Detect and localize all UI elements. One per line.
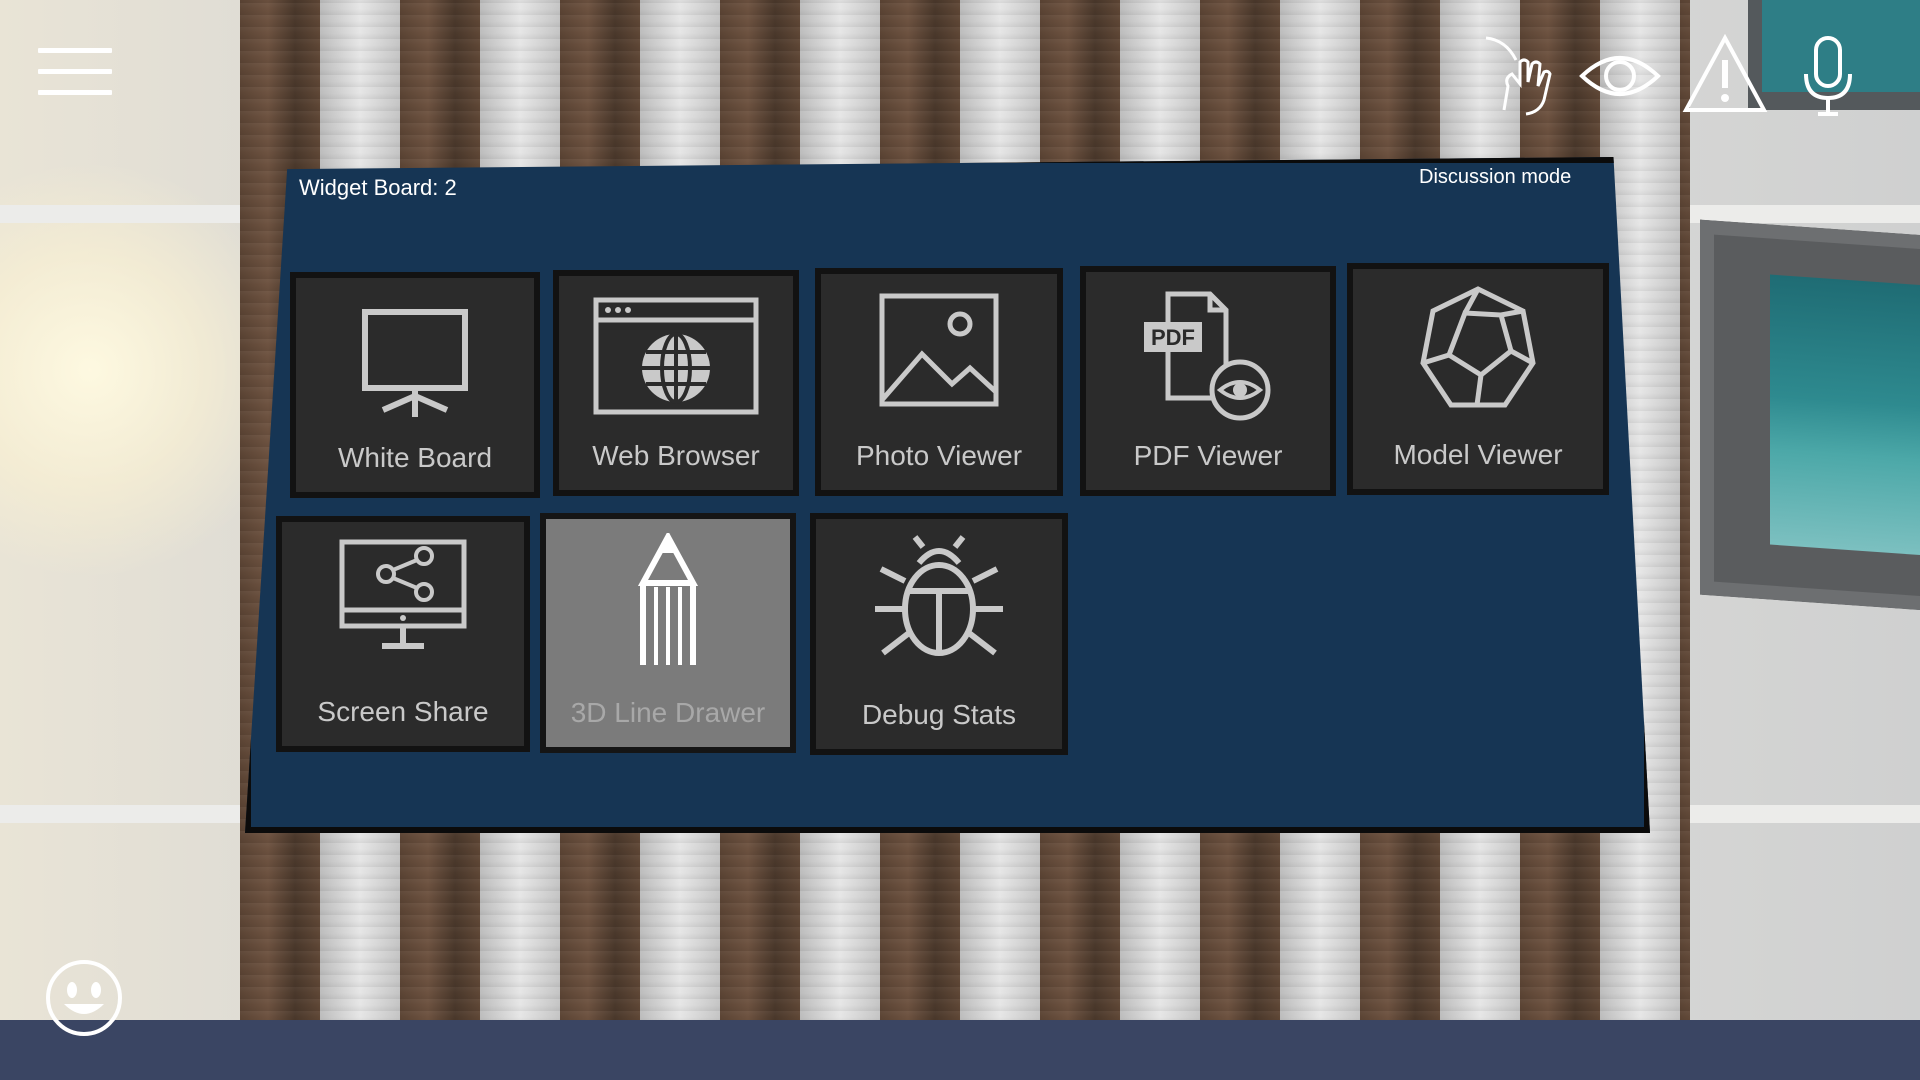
wall-picture-frame (1700, 219, 1920, 612)
pdf-viewer-icon: PDF (1144, 291, 1271, 421)
eye-icon (1579, 56, 1661, 96)
white-board-tile[interactable]: White Board (290, 272, 540, 498)
web-browser-globe-icon (593, 297, 759, 415)
web-browser-label: Web Browser (592, 440, 760, 471)
bug-icon (875, 535, 1003, 656)
report-warning-button[interactable] (1682, 33, 1768, 114)
3d-line-drawer-label: 3D Line Drawer (570, 697, 766, 728)
hamburger-menu-icon (38, 48, 112, 53)
model-viewer-label: Model Viewer (1393, 439, 1563, 470)
polyhedron-icon (1420, 286, 1536, 408)
debug-stats-label: Debug Stats (861, 699, 1017, 730)
hand-raise-icon (1485, 36, 1552, 116)
hamburger-menu-button[interactable] (38, 48, 112, 100)
white-board-label: White Board (337, 442, 493, 473)
microphone-button[interactable] (1798, 34, 1858, 118)
visibility-button[interactable] (1578, 46, 1662, 106)
emoji-button[interactable] (44, 958, 124, 1038)
presentation-board-icon (362, 309, 468, 417)
hand-raise-button[interactable] (1482, 34, 1554, 116)
debug-stats-tile[interactable]: Debug Stats (810, 513, 1068, 755)
pdf-viewer-tile[interactable]: PDF PDF Viewer (1080, 266, 1336, 496)
picture-frame-image (1770, 274, 1920, 559)
microphone-icon (1804, 36, 1852, 116)
web-browser-tile[interactable]: Web Browser (553, 270, 799, 496)
photo-viewer-label: Photo Viewer (855, 440, 1023, 471)
pdf-viewer-label: PDF Viewer (1133, 440, 1283, 471)
widget-board-title: Widget Board: 2 (299, 175, 457, 200)
pencil-icon (637, 533, 699, 665)
hamburger-line (38, 90, 112, 95)
svg-text:PDF: PDF (1151, 325, 1195, 350)
photo-viewer-tile[interactable]: Photo Viewer (815, 268, 1063, 496)
screen-share-icon (339, 539, 467, 649)
warning-icon (1682, 33, 1768, 112)
floor (0, 1020, 1920, 1080)
3d-line-drawer-tile[interactable]: 3D Line Drawer (540, 513, 796, 753)
photo-icon (879, 293, 999, 407)
screen-share-tile[interactable]: Screen Share (276, 516, 530, 752)
model-viewer-tile[interactable]: Model Viewer (1347, 263, 1609, 495)
screen-share-label: Screen Share (317, 696, 489, 727)
hamburger-line (38, 69, 112, 74)
discussion-mode-label: Discussion mode (1419, 166, 1572, 188)
smiley-face-icon (46, 960, 122, 1036)
